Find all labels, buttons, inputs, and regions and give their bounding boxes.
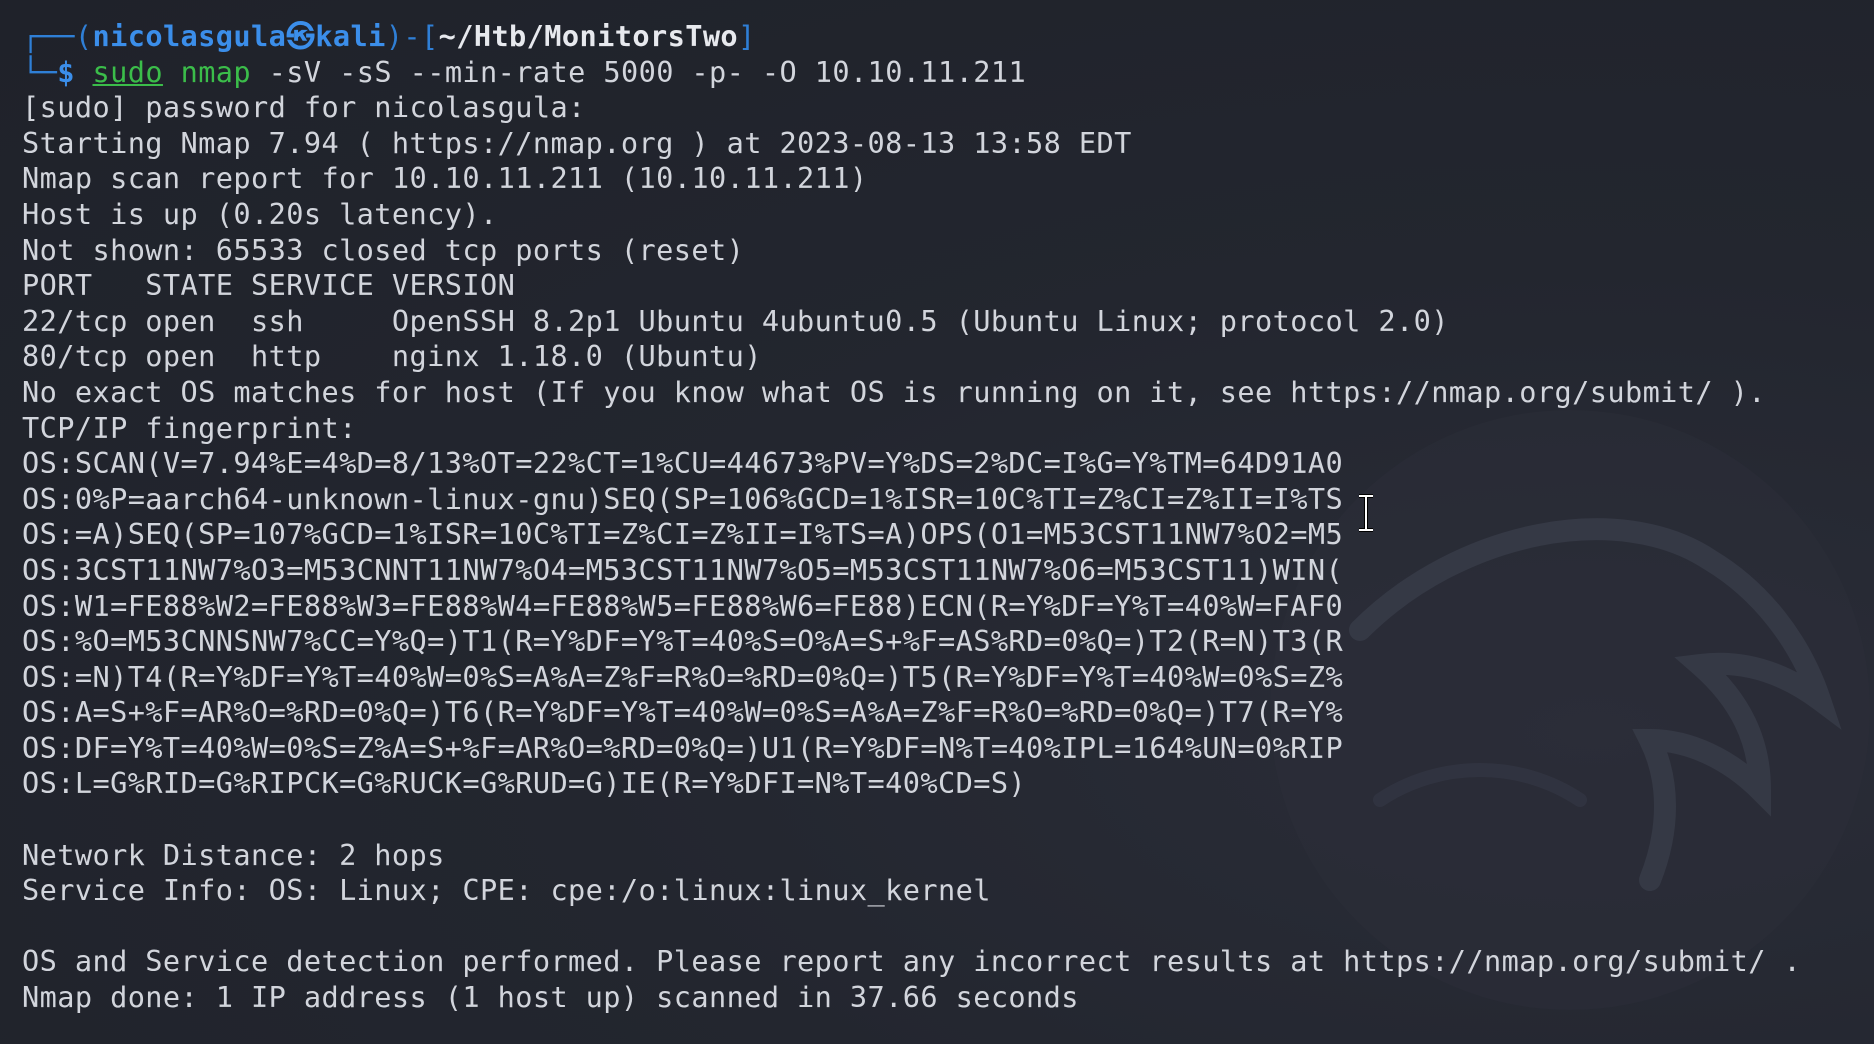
- output-line: TCP/IP fingerprint:: [22, 410, 357, 445]
- output-line: OS:SCAN(V=7.94%E=4%D=8/13%OT=22%CT=1%CU=…: [22, 446, 1344, 481]
- output-line: Starting Nmap 7.94 ( https://nmap.org ) …: [22, 125, 1132, 160]
- output-line: Network Distance: 2 hops: [22, 837, 445, 872]
- output-line: OS:W1=FE88%W2=FE88%W3=FE88%W4=FE88%W5=FE…: [22, 588, 1344, 623]
- output-line: Service Info: OS: Linux; CPE: cpe:/o:lin…: [22, 873, 991, 908]
- output-line: Host is up (0.20s latency).: [22, 196, 498, 231]
- command-name: nmap: [180, 54, 252, 89]
- prompt-close-paren: ): [385, 19, 404, 53]
- output-line: OS:L=G%RID=G%RIPCK=G%RUCK=G%RUD=G)IE(R=Y…: [22, 766, 1027, 801]
- command-args: -sV -sS --min-rate 5000 -p- -O 10.10.11.…: [268, 54, 1027, 89]
- output-line: OS:3CST11NW7%O3=M53CNNT11NW7%O4=M53CST11…: [22, 552, 1344, 587]
- prompt-dash: -: [403, 19, 421, 53]
- output-line: OS:A=S+%F=AR%O=%RD=0%Q=)T6(R=Y%DF=Y%T=40…: [22, 695, 1344, 730]
- prompt-username: nicolasgula: [92, 19, 287, 53]
- output-line: Nmap scan report for 10.10.11.211 (10.10…: [22, 161, 868, 196]
- prompt-hostname: kali: [315, 19, 386, 53]
- prompt-close-bracket: ]: [738, 19, 756, 53]
- prompt-dollar: $: [57, 54, 75, 89]
- prompt-at-symbol: ㉿: [286, 19, 316, 53]
- output-line: Not shown: 65533 closed tcp ports (reset…: [22, 232, 745, 267]
- output-line: PORT STATE SERVICE VERSION: [22, 268, 516, 303]
- output-line: 22/tcp open ssh OpenSSH 8.2p1 Ubuntu 4ub…: [22, 303, 1449, 338]
- output-line: OS:=N)T4(R=Y%DF=Y%T=40%W=0%S=A%A=Z%F=R%O…: [22, 659, 1344, 694]
- output-line: OS:DF=Y%T=40%W=0%S=Z%A=S+%F=AR%O=%RD=0%Q…: [22, 730, 1344, 765]
- output-line: OS:=A)SEQ(SP=107%GCD=1%ISR=10C%TI=Z%CI=Z…: [22, 517, 1344, 552]
- prompt-box-bottom-left: └─: [22, 54, 58, 89]
- prompt-open-paren: (: [74, 19, 93, 53]
- prompt-line-2: └─$ sudo nmap -sV -sS --min-rate 5000 -p…: [22, 55, 1874, 91]
- output-line: Nmap done: 1 IP address (1 host up) scan…: [22, 980, 1079, 1015]
- output-line: OS:%O=M53CNNSNW7%CC=Y%Q=)T1(R=Y%DF=Y%T=4…: [22, 624, 1344, 659]
- output-line: OS and Service detection performed. Plea…: [22, 944, 1802, 979]
- output-line: OS:0%P=aarch64-unknown-linux-gnu)SEQ(SP=…: [22, 481, 1344, 516]
- terminal-output[interactable]: ┌──(nicolasgula㉿kali)-[~/Htb/MonitorsTwo…: [22, 19, 1874, 1016]
- prompt-line-1: ┌──(nicolasgula㉿kali)-[~/Htb/MonitorsTwo…: [22, 19, 1874, 55]
- output-line: 80/tcp open http nginx 1.18.0 (Ubuntu): [22, 339, 762, 374]
- output-line: No exact OS matches for host (If you kno…: [22, 374, 1766, 409]
- output-line: [sudo] password for nicolasgula:: [22, 90, 586, 125]
- text-ibeam-cursor-icon: [1359, 494, 1373, 532]
- command-sudo: sudo: [92, 54, 163, 89]
- prompt-box-top-left: ┌──: [22, 19, 75, 53]
- prompt-path: ~/Htb/MonitorsTwo: [438, 19, 739, 53]
- prompt-open-bracket: [: [420, 19, 439, 53]
- terminal-window[interactable]: ┌──(nicolasgula㉿kali)-[~/Htb/MonitorsTwo…: [0, 0, 1874, 1044]
